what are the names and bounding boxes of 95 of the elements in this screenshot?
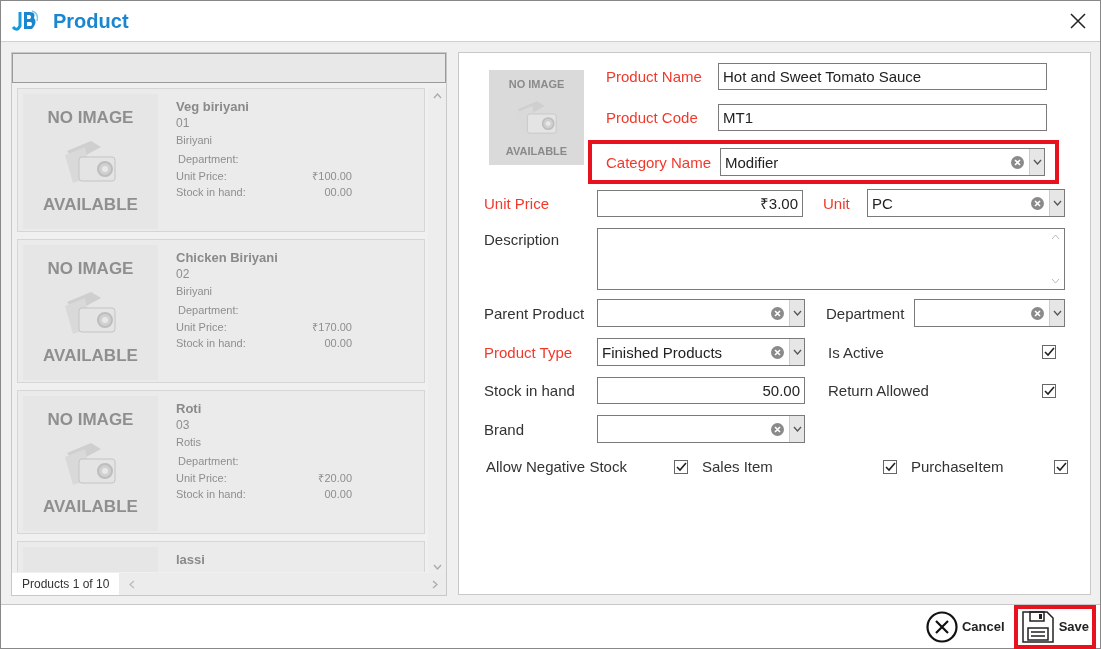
scroll-down-icon[interactable]	[432, 564, 442, 570]
logo-icon	[10, 9, 40, 33]
product-code: 03	[176, 417, 191, 434]
scroll-right-icon[interactable]	[432, 579, 438, 589]
dropdown-button[interactable]	[789, 416, 804, 442]
field-value: 00.00	[324, 487, 352, 502]
checkbox-label: Sales Item	[702, 458, 773, 475]
field-label: Stock in hand:	[176, 487, 246, 502]
checkbox[interactable]	[1042, 383, 1056, 398]
product-category: Biriyani	[176, 284, 214, 299]
close-circle-icon	[926, 610, 958, 643]
field-label: Unit Price:	[176, 471, 227, 486]
placeholder-text: NO IMAGE	[47, 410, 134, 430]
pager-text: Products 1 of 10	[12, 573, 120, 595]
placeholder-text: AVAILABLE	[43, 497, 138, 517]
field-label: Product Name	[606, 68, 703, 85]
field-value: 00.00	[324, 185, 352, 200]
field-label: Brand	[484, 420, 526, 438]
chevron-down-icon	[792, 310, 802, 316]
checkbox-label: Return Allowed	[828, 382, 929, 399]
text-field[interactable]: 50.00	[597, 377, 805, 404]
clear-icon[interactable]	[771, 306, 784, 320]
clear-icon[interactable]	[771, 345, 784, 359]
product-name: Chicken Biriyani	[176, 249, 279, 266]
placeholder-text: AVAILABLE	[505, 145, 568, 157]
scroll-down-icon	[1051, 278, 1060, 284]
dropdown-button[interactable]	[1049, 190, 1064, 216]
product-name: Veg biriyani	[176, 98, 250, 115]
department-label: Department:	[177, 152, 240, 167]
scroll-up-icon[interactable]	[432, 93, 442, 99]
close-icon[interactable]	[1070, 13, 1086, 29]
placeholder-text: NO IMAGE	[508, 78, 565, 90]
text-field[interactable]: MT1	[718, 104, 1047, 131]
product-name: lassi	[176, 551, 206, 568]
field-value: ₹100.00	[312, 169, 352, 184]
department-label: Department:	[177, 303, 240, 318]
field-label: Department	[826, 304, 906, 322]
field-value: 00.00	[324, 336, 352, 351]
field-label: Unit	[823, 194, 851, 212]
chevron-down-icon	[1052, 200, 1062, 206]
combo-box[interactable]: PC	[867, 189, 1065, 217]
field-value: ₹20.00	[318, 471, 352, 486]
scroll-up-icon	[1051, 234, 1060, 240]
combo-box[interactable]	[597, 415, 805, 443]
field-label: Product Code	[606, 109, 699, 126]
save-button[interactable]: Save	[1013, 604, 1096, 649]
field-label: Stock in hand:	[176, 185, 246, 200]
dropdown-button[interactable]	[789, 339, 804, 365]
checkbox[interactable]	[1054, 459, 1068, 474]
dropdown-button[interactable]	[789, 300, 804, 326]
product-category: Biriyani	[176, 133, 214, 148]
text-field[interactable]: ₹3.00	[597, 189, 803, 217]
field-value: ₹170.00	[312, 320, 352, 335]
placeholder-text: AVAILABLE	[43, 346, 138, 366]
product-category: Rotis	[176, 435, 203, 450]
checkbox[interactable]	[883, 459, 897, 474]
clear-icon[interactable]	[1011, 155, 1024, 169]
window-title: Product	[53, 9, 129, 33]
checkbox-label: PurchaseItem	[911, 458, 1004, 475]
chevron-down-icon	[1032, 159, 1042, 165]
description-field[interactable]	[597, 228, 1065, 290]
clear-icon[interactable]	[1031, 306, 1044, 320]
combo-box[interactable]	[914, 299, 1065, 327]
combo-box[interactable]: Finished Products	[597, 338, 805, 366]
checkbox[interactable]	[674, 459, 688, 474]
placeholder-text: AVAILABLE	[43, 195, 138, 215]
dropdown-button[interactable]	[1049, 300, 1064, 326]
product-code: 01	[176, 115, 191, 132]
department-label: Department:	[177, 454, 240, 469]
checkbox[interactable]	[1042, 345, 1056, 359]
field-label: Stock in hand	[484, 382, 576, 399]
chevron-down-icon	[1052, 310, 1062, 316]
checkbox-label: Allow Negative Stock	[486, 458, 627, 475]
product-code: 02	[176, 266, 191, 283]
field-label: Stock in hand:	[176, 336, 246, 351]
cancel-button[interactable]: Cancel	[919, 604, 1012, 649]
chevron-down-icon	[792, 349, 802, 355]
combo-box[interactable]: Modifier	[720, 148, 1045, 176]
field-label: Unit Price:	[176, 169, 227, 184]
dropdown-button[interactable]	[1029, 149, 1044, 175]
clear-icon[interactable]	[771, 422, 784, 436]
field-label: Unit Price	[484, 194, 551, 212]
placeholder-text: NO IMAGE	[47, 108, 134, 128]
field-label: Description	[484, 231, 561, 248]
checkbox-label: Is Active	[828, 343, 884, 361]
chevron-down-icon	[792, 426, 802, 432]
field-label: Unit Price:	[176, 320, 227, 335]
placeholder-text: NO IMAGE	[47, 259, 134, 279]
combo-box[interactable]	[597, 299, 805, 327]
field-label: Parent Product	[484, 304, 586, 322]
clear-icon[interactable]	[1031, 196, 1044, 210]
field-label: Category Name	[606, 153, 713, 171]
field-label: Product Type	[484, 343, 574, 361]
product-name: Roti	[176, 400, 203, 417]
text-field[interactable]: Hot and Sweet Tomato Sauce	[718, 63, 1047, 90]
